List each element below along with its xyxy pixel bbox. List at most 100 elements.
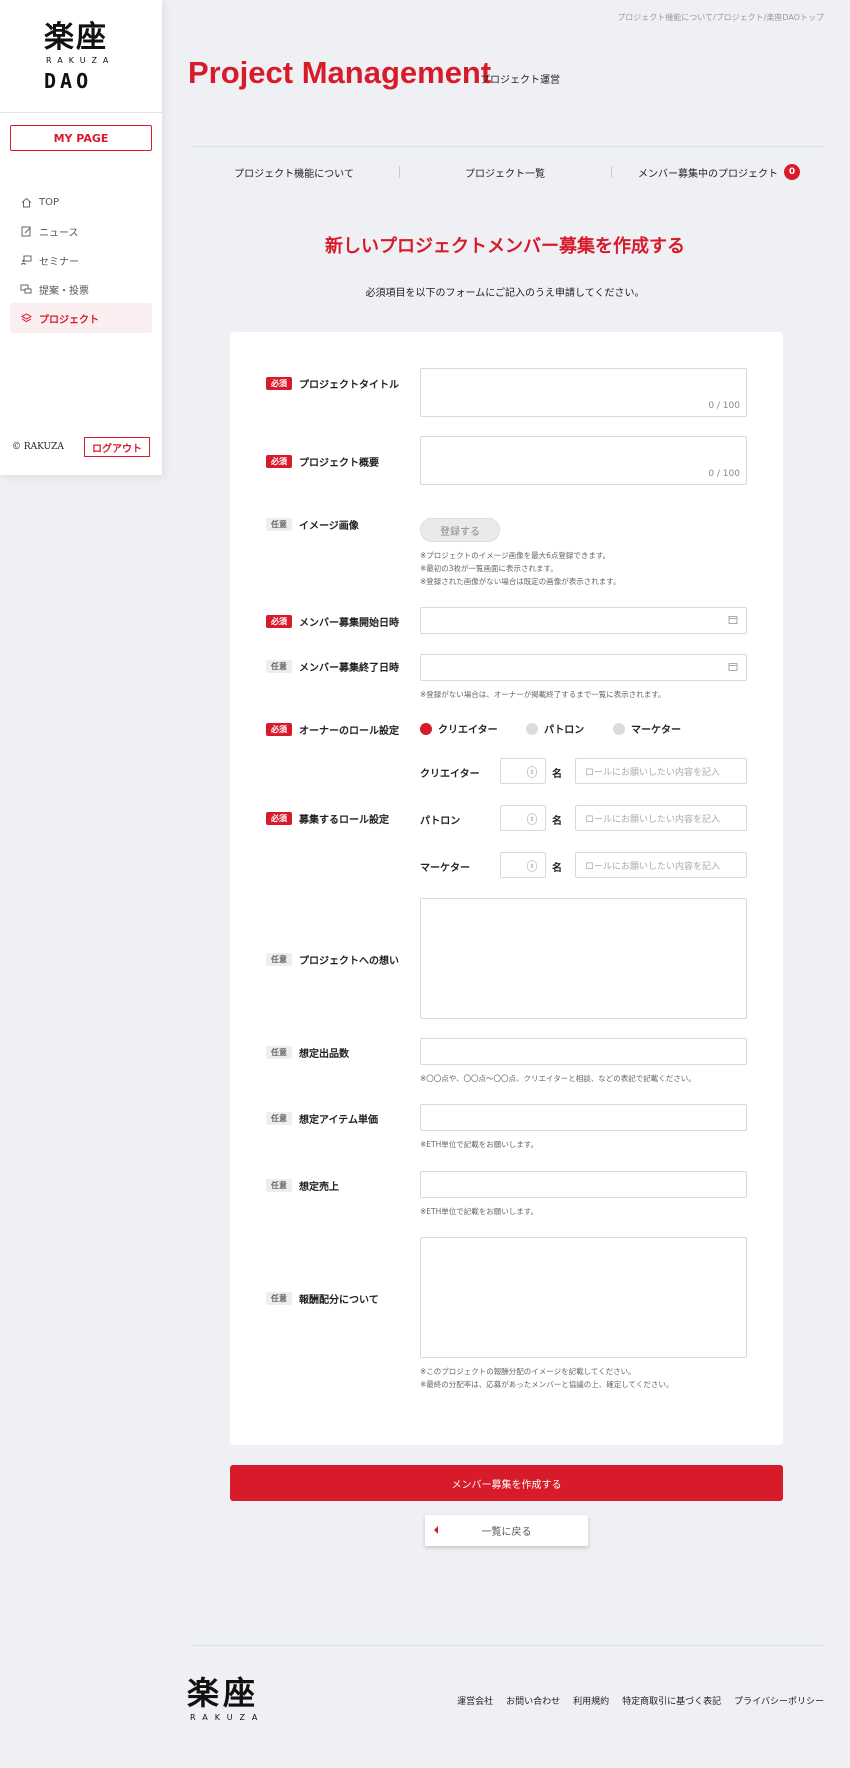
label-unit-price: 任意 想定アイテム単価 xyxy=(266,1111,378,1126)
required-tag: 必須 xyxy=(266,455,292,468)
label-text: メンバー募集終了日時 xyxy=(299,663,399,674)
footer-divider xyxy=(190,1645,826,1646)
tab-label: メンバー募集中のプロジェクト xyxy=(638,168,778,180)
tab-recruiting[interactable]: メンバー募集中のプロジェクト 0 xyxy=(612,163,826,181)
optional-tag: 任意 xyxy=(266,660,292,673)
sidebar: 楽座 RAKUZA DAO MY PAGE TOP ニュース セミナー 提案・投… xyxy=(0,0,162,475)
sidebar-item-label: ニュース xyxy=(39,227,79,239)
unit-label: 名 xyxy=(552,816,562,827)
label-thoughts: 任意 プロジェクトへの想い xyxy=(266,952,399,967)
sidebar-item-proposal[interactable]: 提案・投票 xyxy=(10,274,152,304)
footer-logo-subtext: RAKUZA xyxy=(190,1713,265,1722)
stepper-arrows-icon[interactable]: ⇕ xyxy=(527,813,537,825)
label-text: 報酬配分について xyxy=(299,1295,379,1306)
label-owner-role: 必須 オーナーのロール設定 xyxy=(266,722,399,737)
label-text: 想定アイテム単価 xyxy=(299,1115,378,1126)
quantity-hint: ※〇〇点や、〇〇点〜〇〇点、クリエイターと相談、などの表記で記載ください。 xyxy=(420,1074,696,1083)
copyright: © RAKUZA xyxy=(12,442,64,452)
summary-input[interactable]: 0 / 100 xyxy=(420,436,747,485)
label-text: オーナーのロール設定 xyxy=(299,726,399,737)
page-title: Project Management xyxy=(188,55,492,90)
required-tag: 必須 xyxy=(266,812,292,825)
quantity-input[interactable] xyxy=(420,1038,747,1065)
logo-dao-text: DAO xyxy=(44,69,93,93)
logout-button[interactable]: ログアウト xyxy=(84,437,150,457)
hint-line: ※登録された画像がない場合は既定の画像が表示されます。 xyxy=(420,577,621,586)
label-text: プロジェクトタイトル xyxy=(299,380,399,391)
radio-dot xyxy=(526,722,538,735)
tab-about[interactable]: プロジェクト機能について xyxy=(190,163,398,181)
label-recruit-role: 必須 募集するロール設定 xyxy=(266,811,389,826)
tab-label: プロジェクト機能について xyxy=(234,168,354,180)
rakuza-logo[interactable]: 楽座 xyxy=(44,22,108,54)
calendar-icon[interactable] xyxy=(728,661,738,674)
label-image: 任意 イメージ画像 xyxy=(266,517,359,532)
label-quantity: 任意 想定出品数 xyxy=(266,1045,349,1060)
stepper-arrows-icon[interactable]: ⇕ xyxy=(527,860,537,872)
label-reward: 任意 報酬配分について xyxy=(266,1291,379,1306)
footer-link-commerce-law[interactable]: 特定商取引に基づく表記 xyxy=(622,1694,721,1707)
sidebar-item-label: TOP xyxy=(39,196,60,208)
image-hint: ※プロジェクトのイメージ画像を最大6点登録できます。 ※最初の3枚が一覧画面に表… xyxy=(420,549,621,588)
marketer-request-input[interactable]: ロールにお願いしたい内容を記入 xyxy=(575,852,747,878)
breadcrumb[interactable]: プロジェクト機能について/プロジェクト/楽座DAOトップ xyxy=(617,12,824,23)
label-text: イメージ画像 xyxy=(299,521,359,532)
radio-label: パトロン xyxy=(544,725,585,736)
stepper-arrows-icon[interactable]: ⇕ xyxy=(527,766,537,778)
sidebar-item-label: 提案・投票 xyxy=(39,285,89,297)
radio-patron[interactable]: パトロン xyxy=(526,721,584,736)
sidebar-item-news[interactable]: ニュース xyxy=(10,216,152,246)
logo-subtext: RAKUZA xyxy=(46,56,115,65)
role-label-patron: パトロン xyxy=(420,816,461,827)
marketer-quantity-stepper[interactable]: ⇕ xyxy=(500,852,546,878)
footer-link-company[interactable]: 運営会社 xyxy=(457,1694,493,1707)
radio-creator[interactable]: クリエイター xyxy=(420,721,498,736)
proposal-icon xyxy=(20,283,32,295)
footer-link-privacy[interactable]: プライバシーポリシー xyxy=(734,1694,824,1707)
sidebar-item-label: プロジェクト xyxy=(39,314,99,326)
creator-request-input[interactable]: ロールにお願いしたい内容を記入 xyxy=(575,758,747,784)
tab-project-list[interactable]: プロジェクト一覧 xyxy=(400,163,610,181)
back-to-list-button[interactable]: 一覧に戻る xyxy=(425,1515,588,1546)
label-text: 募集するロール設定 xyxy=(299,815,389,826)
patron-request-input[interactable]: ロールにお願いしたい内容を記入 xyxy=(575,805,747,831)
label-start-date: 必須 メンバー募集開始日時 xyxy=(266,614,399,629)
mypage-button[interactable]: MY PAGE xyxy=(10,125,152,151)
thoughts-textarea[interactable] xyxy=(420,898,747,1019)
reward-textarea[interactable] xyxy=(420,1237,747,1358)
end-date-input[interactable] xyxy=(420,654,747,681)
char-counter: 0 / 100 xyxy=(708,401,740,411)
optional-tag: 任意 xyxy=(266,1046,292,1059)
footer-logo[interactable]: 楽座 xyxy=(187,1676,259,1710)
form-heading: 新しいプロジェクトメンバー募集を作成する xyxy=(325,236,685,257)
end-date-hint: ※登録がない場合は、オーナーが掲載終了するまで一覧に表示されます。 xyxy=(420,690,666,699)
unit-label: 名 xyxy=(552,863,562,874)
title-input[interactable]: 0 / 100 xyxy=(420,368,747,417)
unit-price-input[interactable] xyxy=(420,1104,747,1131)
radio-marketer[interactable]: マーケター xyxy=(613,721,681,736)
hint-line: ※最終の分配率は、応募があったメンバーと協議の上、確定してください。 xyxy=(420,1380,674,1389)
count-badge: 0 xyxy=(784,164,800,180)
calendar-icon[interactable] xyxy=(728,614,738,627)
sales-hint: ※ETH単位で記載をお願いします。 xyxy=(420,1207,538,1216)
unit-label: 名 xyxy=(552,769,562,780)
creator-quantity-stepper[interactable]: ⇕ xyxy=(500,758,546,784)
sidebar-item-seminar[interactable]: セミナー xyxy=(10,245,152,275)
sales-input[interactable] xyxy=(420,1171,747,1198)
footer-link-contact[interactable]: お問い合わせ xyxy=(506,1694,560,1707)
submit-button[interactable]: メンバー募集を作成する xyxy=(230,1465,783,1501)
optional-tag: 任意 xyxy=(266,1112,292,1125)
start-date-input[interactable] xyxy=(420,607,747,634)
sidebar-item-label: セミナー xyxy=(39,256,79,268)
label-text: プロジェクト概要 xyxy=(299,458,379,469)
form-card: 必須 プロジェクトタイトル 0 / 100 必須 プロジェクト概要 0 / 10… xyxy=(230,332,783,1445)
sidebar-item-top[interactable]: TOP xyxy=(10,187,152,217)
footer-link-terms[interactable]: 利用規約 xyxy=(573,1694,609,1707)
register-image-button[interactable]: 登録する xyxy=(420,518,500,542)
sidebar-item-project[interactable]: プロジェクト xyxy=(10,303,152,333)
hint-line: ※このプロジェクトの報酬分配のイメージを記載してください。 xyxy=(420,1367,636,1376)
label-text: プロジェクトへの想い xyxy=(299,956,399,967)
patron-quantity-stepper[interactable]: ⇕ xyxy=(500,805,546,831)
radio-label: クリエイター xyxy=(438,725,498,736)
label-text: 想定売上 xyxy=(299,1182,339,1193)
